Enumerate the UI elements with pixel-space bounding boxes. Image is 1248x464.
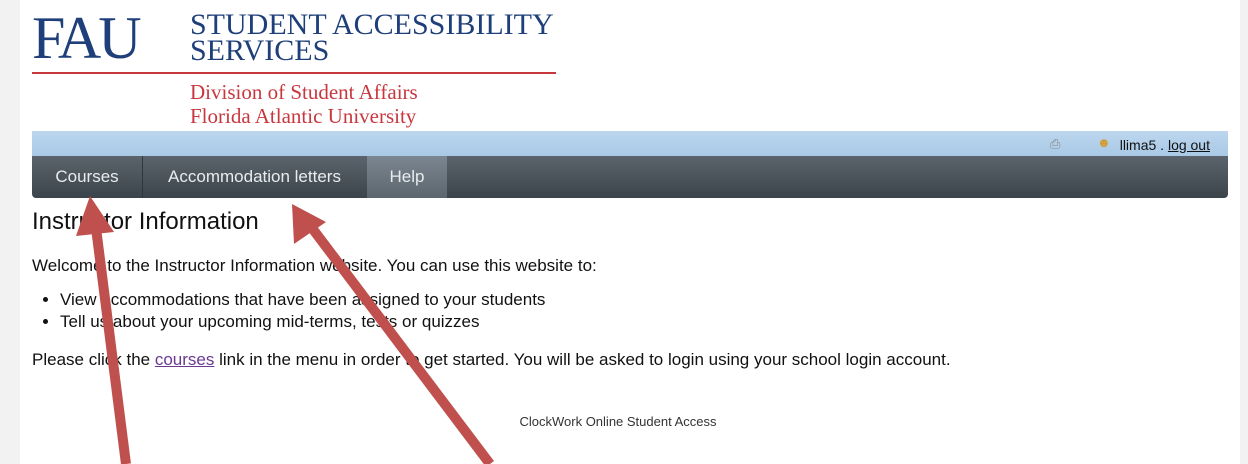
- feature-item: View accommodations that have been assig…: [60, 290, 1222, 310]
- logo-subtitle: Division of Student Affairs Florida Atla…: [190, 80, 418, 128]
- user-info: llima5 . log out: [1120, 137, 1210, 153]
- main-nav: Courses Accommodation letters Help: [32, 156, 1228, 198]
- nav-courses[interactable]: Courses: [32, 156, 142, 198]
- user-icon: ☻: [1097, 135, 1111, 150]
- cta-text-after: link in the menu in order to get started…: [214, 350, 951, 369]
- page-title: Instructor Information: [32, 208, 259, 235]
- fau-logo-mark: FAU: [32, 5, 142, 71]
- logo-subtitle-line2: Florida Atlantic University: [190, 104, 417, 128]
- header-logo[interactable]: FAU STUDENT ACCESSIBILITY SERVICES Divis…: [32, 6, 562, 131]
- logo-title: STUDENT ACCESSIBILITY SERVICES: [190, 8, 553, 67]
- logo-divider: [32, 72, 556, 74]
- courses-link[interactable]: courses: [155, 350, 215, 369]
- cta-text-before: Please click the: [32, 350, 155, 369]
- call-to-action: Please click the courses link in the men…: [32, 350, 1222, 370]
- user-bar: ⎙ ☻ llima5 . log out: [32, 131, 1228, 156]
- username: llima5: [1119, 137, 1157, 153]
- intro-text: Welcome to the Instructor Information we…: [32, 256, 597, 275]
- logo-subtitle-line1: Division of Student Affairs: [190, 80, 418, 104]
- page-panel: FAU STUDENT ACCESSIBILITY SERVICES Divis…: [20, 0, 1240, 464]
- logout-link[interactable]: log out: [1168, 137, 1210, 153]
- footer-text: ClockWork Online Student Access: [519, 414, 717, 429]
- nav-accommodation-letters[interactable]: Accommodation letters: [142, 156, 367, 198]
- user-separator: .: [1156, 137, 1168, 153]
- main-content: Instructor Information Welcome to the In…: [32, 206, 1222, 370]
- printer-icon[interactable]: ⎙: [1050, 136, 1068, 151]
- nav-help[interactable]: Help: [367, 156, 447, 198]
- feature-item: Tell us about your upcoming mid-terms, t…: [60, 312, 1222, 332]
- feature-list: View accommodations that have been assig…: [32, 290, 1222, 332]
